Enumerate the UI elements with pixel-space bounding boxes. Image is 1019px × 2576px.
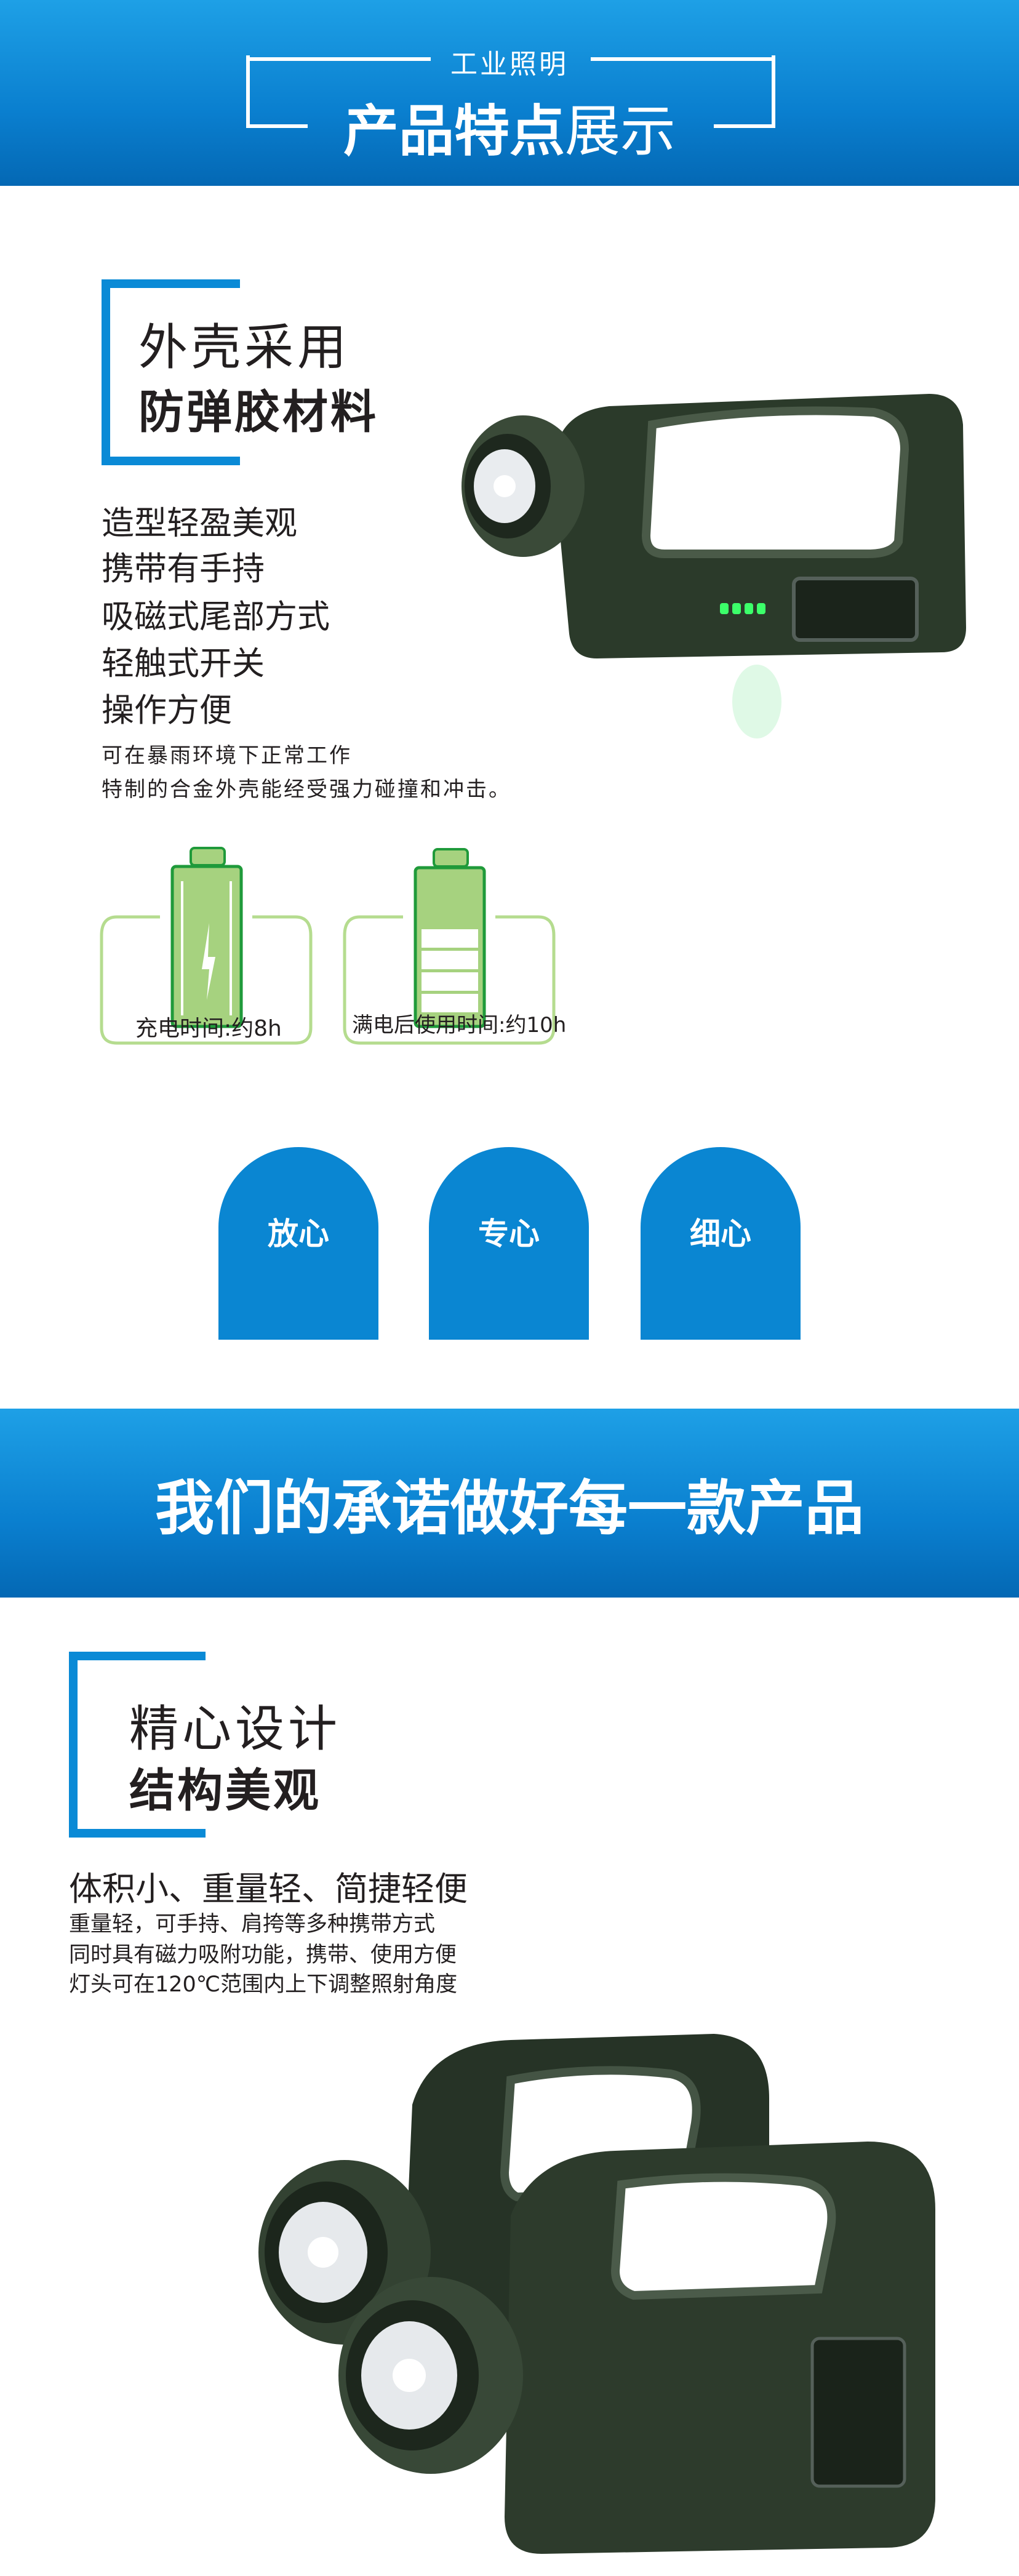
promise-banner: 我们的承诺做好每一款产品 <box>0 1409 1019 1598</box>
header-band: 工业照明 产品特点展示 <box>0 0 1019 186</box>
pill-zhuanxin: 专心 <box>429 1147 589 1340</box>
feature-1: 造型轻盈美观 <box>102 505 297 542</box>
header-title-bold: 产品特点 <box>343 99 565 164</box>
section2-note-2: 同时具有磁力吸附功能，携带、使用方便 <box>69 1943 457 1967</box>
pill-xixin: 细心 <box>641 1147 801 1340</box>
feature-5: 操作方便 <box>102 692 232 729</box>
section2-heading-light: 精心设计 <box>129 1700 341 1758</box>
header-subtitle: 工业照明 <box>450 49 569 80</box>
charge-time-label: 充电时间:约8h <box>135 1016 282 1041</box>
section2-note-3: 灯头可在120℃范围内上下调整照射角度 <box>69 1972 458 1997</box>
feature-3: 吸磁式尾部方式 <box>102 598 330 636</box>
pill-fangxin: 放心 <box>218 1147 378 1340</box>
header-title-rest: 展示 <box>565 99 676 164</box>
feature-2: 携带有手持 <box>102 550 265 588</box>
pill-label: 细心 <box>690 1215 751 1252</box>
note-1: 可在暴雨环境下正常工作 <box>102 743 352 768</box>
promise-text: 我们的承诺做好每一款产品 <box>155 1474 864 1543</box>
feature-4: 轻触式开关 <box>102 645 265 682</box>
section2-heading-bold: 结构美观 <box>129 1764 321 1817</box>
section2-note-1: 重量轻，可手持、肩挎等多种携带方式 <box>69 1912 436 1937</box>
section2-lead: 体积小、重量轻、简捷轻便 <box>69 1870 468 1908</box>
pill-label: 放心 <box>268 1215 329 1252</box>
twin-lamps-image <box>258 2034 935 2554</box>
pill-label: 专心 <box>478 1215 540 1252</box>
usage-time-label: 满电后使用时间:约10h <box>352 1013 567 1038</box>
header-title: 产品特点展示 <box>0 86 1019 166</box>
section1-heading-light: 外壳采用 <box>138 319 350 376</box>
handheld-lamp-image <box>462 394 966 738</box>
section1-heading-bold: 防弹胶材料 <box>138 386 378 439</box>
